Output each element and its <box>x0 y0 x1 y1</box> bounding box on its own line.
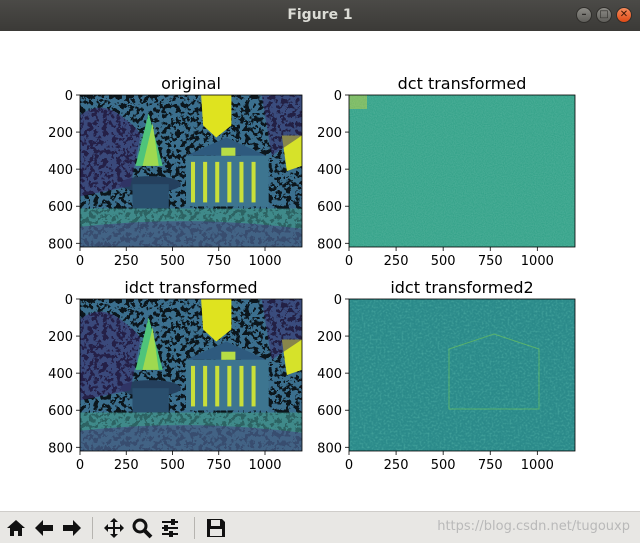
y-tick-label: 200 <box>317 330 342 345</box>
x-tick-label: 1000 <box>521 458 554 473</box>
subplot-title: idct transformed <box>124 278 257 297</box>
image-idct2-noise <box>349 299 575 451</box>
x-tick-label: 0 <box>345 458 353 473</box>
x-tick-label: 1000 <box>248 254 281 269</box>
y-tick-label: 800 <box>317 237 342 252</box>
y-tick-label: 400 <box>48 367 73 382</box>
y-tick-label: 200 <box>317 126 342 141</box>
subplots-icon[interactable] <box>157 516 183 540</box>
subplot-title: original <box>161 74 221 93</box>
x-tick-label: 750 <box>478 458 503 473</box>
x-tick-label: 750 <box>478 254 503 269</box>
subplot-title: idct transformed2 <box>390 278 533 297</box>
y-tick-label: 0 <box>65 293 73 308</box>
x-tick-label: 1000 <box>248 458 281 473</box>
y-tick-label: 400 <box>317 163 342 178</box>
y-tick-label: 800 <box>48 441 73 456</box>
x-tick-label: 0 <box>345 254 353 269</box>
image-original <box>80 299 302 451</box>
image-dct-dc <box>349 95 367 109</box>
maximize-button[interactable]: □ <box>596 7 612 23</box>
x-tick-label: 750 <box>206 458 231 473</box>
y-tick-label: 600 <box>48 200 73 215</box>
home-icon[interactable] <box>3 516 29 540</box>
y-tick-label: 200 <box>48 126 73 141</box>
forward-arrow-icon[interactable] <box>59 516 85 540</box>
watermark: https://blog.csdn.net/tugouxp <box>437 519 630 534</box>
zoom-icon[interactable] <box>129 516 155 540</box>
window-title: Figure 1 <box>287 7 353 23</box>
x-tick-label: 500 <box>160 458 185 473</box>
navigation-toolbar: https://blog.csdn.net/tugouxp <box>0 511 640 543</box>
y-tick-label: 800 <box>48 237 73 252</box>
toolbar-separator <box>194 517 195 539</box>
x-tick-label: 250 <box>114 254 139 269</box>
x-tick-label: 250 <box>114 458 139 473</box>
image-original <box>80 95 302 247</box>
toolbar-separator <box>92 517 93 539</box>
y-tick-label: 600 <box>317 200 342 215</box>
figure-svg: original0 250 500 750 10000200400600800dct t… <box>48 74 576 473</box>
subplot-3[interactable]: idct transformed 0 250 500 750 1000 0 200 400 600… <box>48 278 303 473</box>
figure-canvas[interactable]: original 0 250 500 750 1000 0 200 400 600 800 dct t… <box>0 31 640 511</box>
y-tick-label: 600 <box>48 404 73 419</box>
x-tick-label: 250 <box>384 254 409 269</box>
y-tick-label: 600 <box>317 404 342 419</box>
x-tick-label: 500 <box>431 458 456 473</box>
y-tick-label: 400 <box>317 367 342 382</box>
close-button[interactable]: ✕ <box>616 7 632 23</box>
x-tick-label: 250 <box>384 458 409 473</box>
x-tick-label: 750 <box>206 254 231 269</box>
y-tick-label: 0 <box>334 293 342 308</box>
back-arrow-icon[interactable] <box>31 516 57 540</box>
y-tick-label: 0 <box>65 89 73 104</box>
image-dct-noise <box>349 95 575 247</box>
x-tick-label: 0 <box>76 458 84 473</box>
minimize-button[interactable]: – <box>576 7 592 23</box>
x-tick-label: 500 <box>431 254 456 269</box>
subplot-title: dct transformed <box>398 74 527 93</box>
x-tick-label: 0 <box>76 254 84 269</box>
y-tick-label: 200 <box>48 330 73 345</box>
subplot-4[interactable]: idct transformed2 0 250 500 750 1000 0 200 400 60… <box>317 278 576 473</box>
x-tick-label: 500 <box>160 254 185 269</box>
x-tick-label: 1000 <box>521 254 554 269</box>
y-tick-label: 800 <box>317 441 342 456</box>
subplot-2[interactable]: dct transformed 0 250 500 750 1000 0 200 400 600 8… <box>317 74 576 269</box>
y-tick-label: 0 <box>334 89 342 104</box>
save-icon[interactable] <box>203 516 229 540</box>
subplot-1[interactable]: original 0 250 500 750 1000 0 200 400 600 800 <box>48 74 303 269</box>
y-tick-label: 400 <box>48 163 73 178</box>
window-titlebar[interactable]: Figure 1 – □ ✕ <box>0 0 640 31</box>
pan-icon[interactable] <box>101 516 127 540</box>
